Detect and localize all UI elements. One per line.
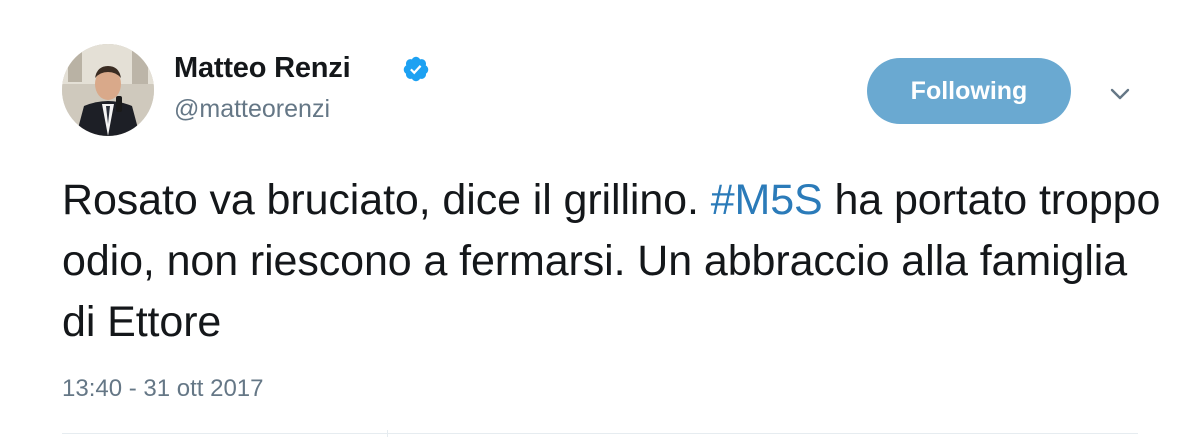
author-display-name[interactable]: Matteo Renzi bbox=[174, 52, 351, 85]
tweet-text: Rosato va bruciato, dice il grillino. #M… bbox=[62, 170, 1162, 353]
tweet-text-part1: Rosato va bruciato, dice il grillino. bbox=[62, 176, 711, 224]
tweet-card: Matteo Renzi @matteorenzi Following Rosa… bbox=[0, 0, 1200, 437]
hashtag-link[interactable]: #M5S bbox=[711, 176, 823, 224]
tweet-timestamp[interactable]: 13:40 - 31 ott 2017 bbox=[62, 375, 264, 403]
author-handle[interactable]: @matteorenzi bbox=[174, 95, 330, 124]
following-button[interactable]: Following bbox=[867, 58, 1071, 124]
avatar[interactable] bbox=[62, 44, 154, 136]
avatar-image bbox=[62, 44, 154, 136]
divider bbox=[62, 433, 1138, 434]
divider-tick bbox=[387, 430, 388, 437]
chevron-down-icon[interactable] bbox=[1106, 80, 1134, 108]
verified-badge-icon bbox=[403, 56, 429, 82]
